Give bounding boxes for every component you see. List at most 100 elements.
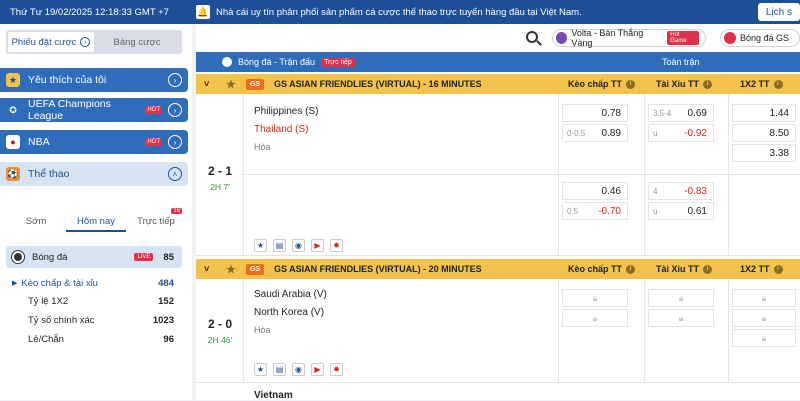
live-badge: LIVE (134, 253, 154, 261)
away-team: North Korea (V) (254, 307, 325, 318)
league-header[interactable]: ˅ ★ GS GS ASIAN FRIENDLIES (VIRTUAL) - 1… (196, 74, 800, 94)
odds-over-alt[interactable]: 4 -0.83 (648, 182, 714, 200)
market-correct-score[interactable]: Tỷ số chính xác 1023 (6, 311, 182, 329)
home-team: Philippines (S) (254, 106, 319, 117)
chevron-right-icon: › (168, 135, 182, 149)
col-1x2: 1X2 TT i (740, 264, 783, 274)
gs-logo-icon (724, 32, 736, 44)
live-stream-icon[interactable]: ▶ (311, 239, 324, 252)
info-icon: i (626, 79, 636, 89)
tab-today[interactable]: Hôm nay (66, 212, 126, 232)
odds-1x2-draw[interactable]: 3.38 (732, 144, 796, 162)
favorite-star-icon[interactable]: ★ (254, 239, 267, 252)
sidebar-item-nba[interactable]: ● NBA HOT › (0, 130, 188, 154)
match-score: 2 - 0 (207, 317, 232, 331)
tab-live[interactable]: Trực tiếp 16 (126, 208, 186, 232)
search-icon[interactable] (526, 31, 538, 43)
col-1x2: 1X2 TT i (740, 79, 783, 89)
calendar-button[interactable]: Lịch s (757, 3, 800, 21)
star-icon: ★ (6, 73, 20, 87)
info-icon: i (703, 264, 713, 274)
pill-volta[interactable]: Volta - Bàn Thắng Vàng Hot Game (552, 28, 706, 48)
match-row: 2 - 0 2H 46' Saudi Arabia (V) North Kore… (196, 279, 800, 383)
col-overunder: Tài Xỉu TT i (656, 79, 713, 89)
info-icon: i (773, 79, 783, 89)
search-row: Volta - Bàn Thắng Vàng Hot Game Bóng đá … (196, 24, 800, 52)
odds-handicap-home[interactable]: 0.78 (562, 104, 628, 122)
chevron-right-icon: › (80, 37, 91, 47)
odds-handicap-away[interactable]: 0-0.5 0.89 (562, 124, 628, 142)
odds-1x2-away[interactable]: 8.50 (732, 124, 796, 142)
sidebar-item-sports[interactable]: ⚽ Thể thao ˄ (0, 162, 188, 186)
hot-badge: HOT (145, 138, 162, 146)
watch-eye-icon[interactable]: ◉ (292, 363, 305, 376)
main-panel: Volta - Bàn Thắng Vàng Hot Game Bóng đá … (196, 24, 800, 401)
bet-tabs: Phiếu đặt cược › Bảng cược (6, 30, 182, 54)
league-name: GS ASIAN FRIENDLIES (VIRTUAL) - 20 MINUT… (274, 264, 482, 274)
sports-icon: ⚽ (6, 167, 20, 181)
draw-label: Hòa (254, 142, 271, 152)
tab-bet-slip[interactable]: Phiếu đặt cược › (8, 32, 94, 52)
notice-marquee: Nhà cái uy tín phân phối sản phẩm cá cượ… (216, 6, 582, 18)
tab-bet-board[interactable]: Bảng cược (94, 32, 180, 52)
datetime-text: Thứ Tư 19/02/2025 12:18:33 GMT +7 (10, 6, 169, 18)
lock-icon: 🔒︎ (648, 289, 714, 307)
hot-game-badge: Hot Game (667, 31, 699, 45)
pill-gs-soccer[interactable]: Bóng đá GS (720, 29, 800, 47)
sport-soccer[interactable]: Bóng đá LIVE 85 (6, 246, 182, 268)
time-filter-tabs: Sớm Hôm nay Trực tiếp 16 (6, 208, 186, 232)
chevron-up-icon: ˄ (168, 167, 182, 181)
hot-fire-icon[interactable]: ✹ (330, 363, 343, 376)
gs-logo: GS (245, 263, 264, 275)
basketball-icon: ● (6, 135, 20, 149)
lock-icon: 🔒︎ (732, 289, 796, 307)
chevron-right-icon: › (168, 103, 182, 117)
sidebar-item-favorites[interactable]: ★ Yêu thích của tôi › (0, 68, 188, 92)
gs-logo: GS (245, 78, 264, 90)
live-stream-icon[interactable]: ▶ (311, 363, 324, 376)
star-icon[interactable]: ★ (226, 78, 236, 91)
lock-icon: 🔒︎ (732, 329, 796, 347)
info-icon: i (626, 264, 636, 274)
sidebar-item-ucl[interactable]: ✪ UEFA Champions League HOT › (0, 98, 188, 122)
odds-1x2-home[interactable]: 1.44 (732, 104, 796, 122)
match-row: 2 - 1 2H 7' Philippines (S) Thailand (S)… (196, 94, 800, 256)
odds-over[interactable]: 3.5-4 0.69 (648, 104, 714, 122)
volta-logo-icon (556, 32, 568, 44)
chevron-right-icon: › (168, 73, 182, 87)
tab-early[interactable]: Sớm (6, 212, 66, 232)
market-odd-even[interactable]: Lẻ/Chẵn 96 (6, 330, 182, 348)
star-icon[interactable]: ★ (226, 263, 236, 276)
live-count-badge: 16 (171, 208, 182, 214)
favorite-star-icon[interactable]: ★ (254, 363, 267, 376)
league-header[interactable]: ˅ ★ GS GS ASIAN FRIENDLIES (VIRTUAL) - 2… (196, 259, 800, 279)
caret-right-icon: ▶ (12, 280, 18, 287)
market-1x2[interactable]: Tỷ lệ 1X2 152 (6, 292, 182, 310)
col-overunder: Tài Xỉu TT i (656, 264, 713, 274)
match-tools: ★ ▤ ◉ ▶ ✹ (254, 239, 349, 252)
draw-label: Hòa (254, 325, 271, 335)
hot-badge: HOT (145, 106, 162, 114)
odds-handicap-home-alt[interactable]: 0.46 (562, 182, 628, 200)
full-match-label: Toàn trận (662, 57, 700, 67)
match-time: 2H 46' (207, 335, 233, 345)
match-tools: ★ ▤ ◉ ▶ ✹ (254, 363, 349, 376)
chevron-down-icon[interactable]: ˅ (204, 79, 214, 89)
away-team: Thailand (S) (254, 124, 309, 135)
stats-icon[interactable]: ▤ (273, 363, 286, 376)
col-handicap: Kèo chấp TT i (568, 264, 636, 274)
top-bar: Thứ Tư 19/02/2025 12:18:33 GMT +7 🔔 Nhà … (0, 0, 800, 24)
odds-under[interactable]: u -0.92 (648, 124, 714, 142)
live-badge: Trực tiếp (321, 57, 355, 67)
match-score: 2 - 1 (207, 164, 232, 178)
watch-eye-icon[interactable]: ◉ (292, 239, 305, 252)
match-time: 2H 7' (210, 182, 230, 192)
soccer-ball-icon (12, 251, 24, 263)
chevron-down-icon[interactable]: ˅ (204, 264, 214, 274)
odds-handicap-away-alt[interactable]: 0.5 -0.70 (562, 202, 628, 220)
section-title: Bóng đá - Trận đấu (238, 57, 316, 67)
odds-under-alt[interactable]: u 0.61 (648, 202, 714, 220)
stats-icon[interactable]: ▤ (273, 239, 286, 252)
hot-fire-icon[interactable]: ✹ (330, 239, 343, 252)
market-handicap-ou[interactable]: ▶ Kèo chấp & tài xỉu 484 (6, 274, 182, 292)
